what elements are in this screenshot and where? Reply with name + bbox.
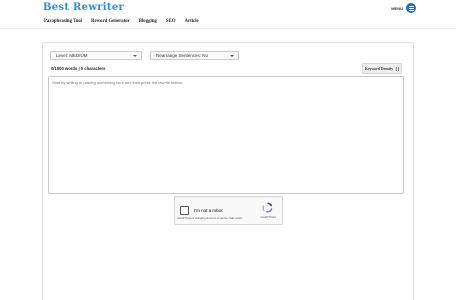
- rewrite-editor[interactable]: [48, 76, 404, 194]
- captcha-terms-notice[interactable]: reCAPTCHA is changing its terms of servi…: [177, 217, 247, 220]
- nav-divider: [0, 28, 456, 29]
- nav-item-article[interactable]: Article: [185, 19, 199, 24]
- level-select[interactable]: Level: MEDIUM: [50, 51, 142, 60]
- nav-item-seo[interactable]: SEO: [166, 19, 176, 24]
- word-character-counter: 0/1000 words | 0 characters: [51, 66, 106, 71]
- recaptcha-brand: reCAPTCHA: [260, 215, 276, 219]
- grip-icon: [396, 67, 399, 71]
- rewriter-panel: Level: MEDIUM Rearrange Sentences: No 0/…: [42, 42, 414, 300]
- hamburger-icon[interactable]: [406, 3, 416, 13]
- recaptcha-widget: I'm not a robot reCAPTCHA is changing it…: [174, 196, 283, 225]
- rearrange-sentences-select[interactable]: Rearrange Sentences: No: [150, 51, 239, 60]
- captcha-label: I'm not a robot: [194, 208, 223, 213]
- main-nav: Paraphrasing Tool Reword Generator Blogg…: [44, 19, 199, 24]
- chevron-down-icon: [133, 55, 137, 57]
- rearrange-select-value: Rearrange Sentences: No: [156, 53, 209, 58]
- keyword-density-button[interactable]: Keyword Density: [362, 63, 402, 74]
- level-select-value: Level: MEDIUM: [56, 53, 88, 58]
- menu-toggle[interactable]: MENU: [391, 3, 416, 13]
- keyword-density-label: Keyword Density: [365, 66, 394, 71]
- captcha-checkbox[interactable]: [180, 206, 189, 215]
- recaptcha-logo-icon: [262, 202, 273, 213]
- site-logo[interactable]: Best Rewriter: [43, 2, 124, 13]
- menu-label[interactable]: MENU: [391, 6, 403, 11]
- nav-item-blogging[interactable]: Blogging: [139, 19, 157, 24]
- chevron-down-icon: [230, 55, 234, 57]
- nav-item-paraphrasing-tool[interactable]: Paraphrasing Tool: [44, 19, 82, 24]
- nav-item-reword-generator[interactable]: Reword Generator: [91, 19, 130, 24]
